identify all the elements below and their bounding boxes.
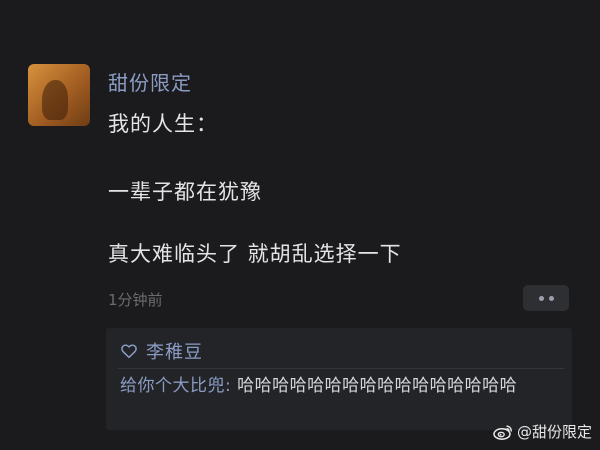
divider [118,368,564,369]
more-icon [538,295,544,301]
like-comment-box: 李稚豆 给你个大比兜: 哈哈哈哈哈哈哈哈哈哈哈哈哈哈哈哈 [106,328,572,430]
like-row: 李稚豆 [120,338,203,364]
watermark-text: @甜份限定 [516,423,592,441]
comment[interactable]: 给你个大比兜: 哈哈哈哈哈哈哈哈哈哈哈哈哈哈哈哈 [120,374,560,398]
liker-name[interactable]: 李稚豆 [146,338,203,364]
post-timestamp: 1分钟前 [108,291,163,309]
more-icon [548,295,554,301]
post-text-line-3: 真大难临头了 就胡乱选择一下 [108,242,402,266]
more-button[interactable] [523,285,569,311]
moment-post: 甜份限定 我的人生： 一辈子都在犹豫 真大难临头了 就胡乱选择一下 1分钟前 李… [0,0,600,450]
avatar[interactable] [28,64,90,126]
watermark: @甜份限定 [493,421,592,442]
post-username[interactable]: 甜份限定 [108,67,192,96]
post-text-line-2: 一辈子都在犹豫 [108,180,262,204]
comment-author[interactable]: 给你个大比兜: [120,376,231,396]
comment-text: 哈哈哈哈哈哈哈哈哈哈哈哈哈哈哈哈 [231,376,518,396]
heart-icon [121,344,137,359]
weibo-icon [493,425,512,440]
post-text-line-1: 我的人生： [108,112,218,136]
